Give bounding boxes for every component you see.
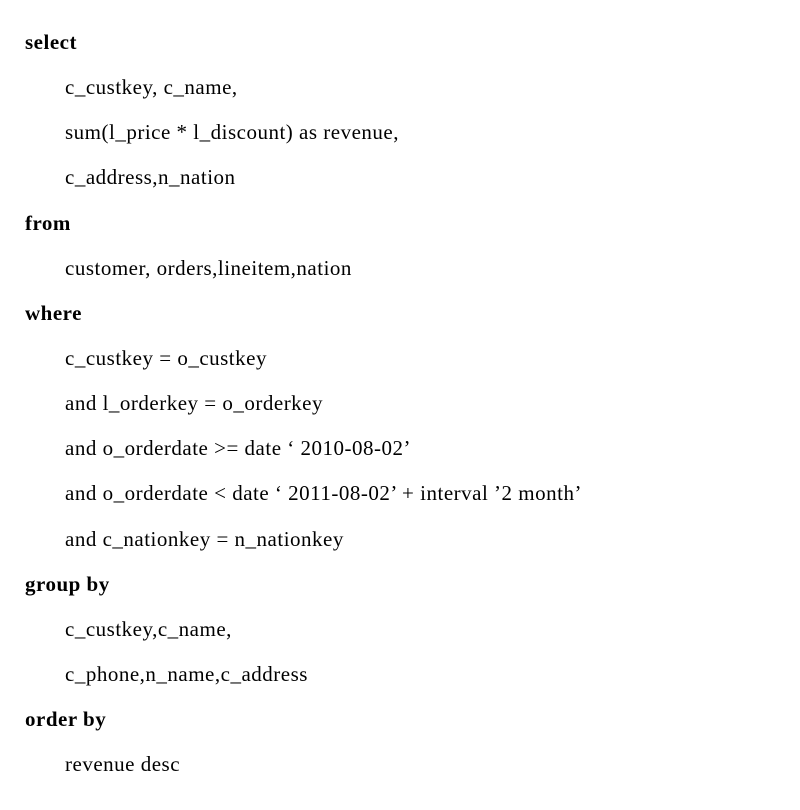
where-keyword: where — [25, 291, 775, 336]
where-condition-line: and c_nationkey = n_nationkey — [25, 517, 775, 562]
where-condition-line: c_custkey = o_custkey — [25, 336, 775, 381]
groupby-column-line: c_custkey,c_name, — [25, 607, 775, 652]
select-column-line: sum(l_price * l_discount) as revenue, — [25, 110, 775, 155]
from-keyword: from — [25, 201, 775, 246]
groupby-keyword: group by — [25, 562, 775, 607]
select-column-line: c_address,n_nation — [25, 155, 775, 200]
where-condition-line: and o_orderdate < date ‘ 2011-08-02’ + i… — [25, 471, 775, 516]
select-column-line: c_custkey, c_name, — [25, 65, 775, 110]
groupby-column-line: c_phone,n_name,c_address — [25, 652, 775, 697]
where-condition-line: and o_orderdate >= date ‘ 2010-08-02’ — [25, 426, 775, 471]
where-condition-line: and l_orderkey = o_orderkey — [25, 381, 775, 426]
from-tables-line: customer, orders,lineitem,nation — [25, 246, 775, 291]
select-keyword: select — [25, 20, 775, 65]
orderby-keyword: order by — [25, 697, 775, 742]
sql-query-block: select c_custkey, c_name, sum(l_price * … — [25, 20, 775, 787]
orderby-column-line: revenue desc — [25, 742, 775, 787]
